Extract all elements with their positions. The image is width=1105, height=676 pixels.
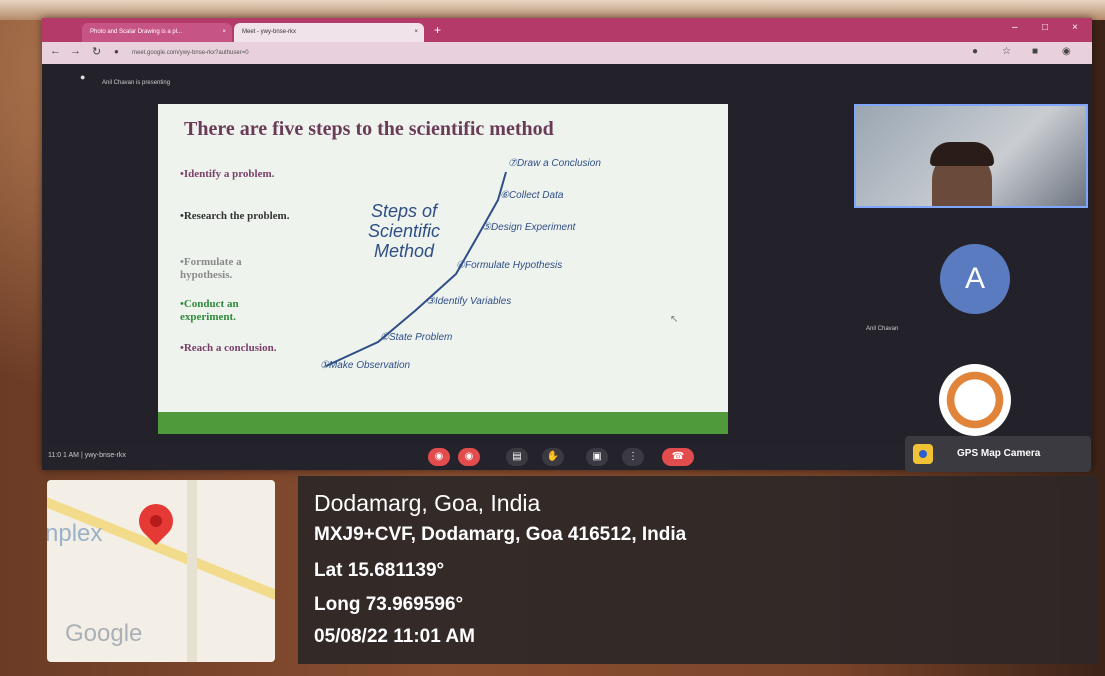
avatar[interactable]: A — [940, 244, 1010, 314]
emblem-logo — [939, 364, 1011, 436]
presentation-slide: There are five steps to the scientific m… — [158, 104, 728, 434]
meet-area: ● Anil Chavan is presenting There are fi… — [42, 64, 1092, 470]
more-options-icon[interactable]: ⋮ — [622, 448, 644, 466]
new-tab-icon[interactable]: + — [434, 23, 441, 37]
staircase-arrow — [325, 171, 507, 367]
method-step: ⑦Draw a Conclusion — [508, 158, 601, 169]
maximize-icon[interactable]: □ — [1042, 22, 1048, 33]
slide-footer — [158, 412, 728, 434]
camera-icon[interactable]: ● — [972, 46, 978, 57]
lock-icon: ● — [114, 47, 119, 56]
location-address: MXJ9+CVF, Dodamarg, Goa 416512, India — [314, 524, 687, 545]
method-step: ①Make Observation — [320, 360, 411, 371]
address-bar: ← → ↻ ● meet.google.com/ywy-bnse-rkx?aut… — [42, 42, 1092, 64]
browser-tab-active[interactable]: Meet - ywy-bnse-rkx × — [234, 23, 424, 42]
browser-tab[interactable]: Photo and Scalar Drawing is a pl... × — [82, 23, 232, 42]
method-step: ④Formulate Hypothesis — [456, 260, 563, 271]
location-title: Dodamarg, Goa, India — [314, 490, 541, 516]
gps-app-badge: GPS Map Camera — [905, 436, 1091, 472]
participant-video-tile[interactable] — [854, 104, 1088, 208]
latitude: Lat 15.681139° — [314, 560, 445, 581]
minimize-icon[interactable]: – — [1012, 22, 1018, 33]
raise-hand-icon[interactable]: ✋ — [542, 448, 564, 466]
meeting-code: 11:0 1 AM | ywy-bnse-rkx — [48, 452, 126, 459]
gps-app-name: GPS Map Camera — [957, 448, 1041, 459]
back-icon[interactable]: ← — [50, 45, 61, 57]
pin-icon[interactable]: ● — [80, 72, 85, 82]
star-icon[interactable]: ☆ — [1002, 46, 1011, 57]
forward-icon[interactable]: → — [70, 45, 81, 57]
reload-icon[interactable]: ↻ — [92, 45, 101, 58]
participant-hair — [930, 142, 994, 166]
tab-label: Meet - ywy-bnse-rkx — [242, 29, 297, 35]
close-window-icon[interactable]: × — [1072, 22, 1078, 33]
close-icon[interactable]: × — [414, 23, 418, 42]
map-place-label: nplex — [47, 520, 103, 547]
method-step: ②State Problem — [380, 332, 453, 343]
map-logo: Google — [65, 620, 143, 647]
captions-icon[interactable]: ▤ — [506, 448, 528, 466]
mic-off-icon[interactable]: ◉ — [428, 448, 450, 466]
timestamp: 05/08/22 11:01 AM — [314, 626, 475, 647]
tab-label: Photo and Scalar Drawing is a pl... — [90, 29, 183, 35]
wall-strip — [0, 0, 1105, 20]
browser-tabstrip: Photo and Scalar Drawing is a pl... × Me… — [42, 18, 1092, 42]
extensions-icon[interactable]: ■ — [1032, 46, 1038, 57]
gps-map-camera-icon — [913, 444, 933, 464]
present-icon[interactable]: ▣ — [586, 448, 608, 466]
participant-name: Anil Chavan — [866, 326, 899, 332]
method-step: ⑤Design Experiment — [482, 222, 576, 233]
mouse-cursor-icon: ↖ — [670, 314, 679, 325]
map-road — [187, 480, 197, 662]
method-step: ⑥Collect Data — [500, 190, 564, 201]
url-field[interactable]: meet.google.com/ywy-bnse-rkx?authuser=0 — [132, 46, 432, 60]
end-call-button[interactable]: ☎ — [662, 448, 694, 466]
profile-icon[interactable]: ◉ — [1062, 46, 1071, 57]
camera-off-icon[interactable]: ◉ — [458, 448, 480, 466]
location-info-panel: Dodamarg, Goa, India MXJ9+CVF, Dodamarg,… — [298, 476, 1098, 664]
map-thumbnail: nplex Google — [47, 480, 275, 662]
method-step: ③Identify Variables — [426, 296, 512, 307]
close-icon[interactable]: × — [222, 23, 226, 42]
monitor-screen: Photo and Scalar Drawing is a pl... × Me… — [42, 18, 1092, 470]
presenting-note: Anil Chavan is presenting — [102, 80, 171, 86]
longitude: Long 73.969596° — [314, 594, 464, 615]
